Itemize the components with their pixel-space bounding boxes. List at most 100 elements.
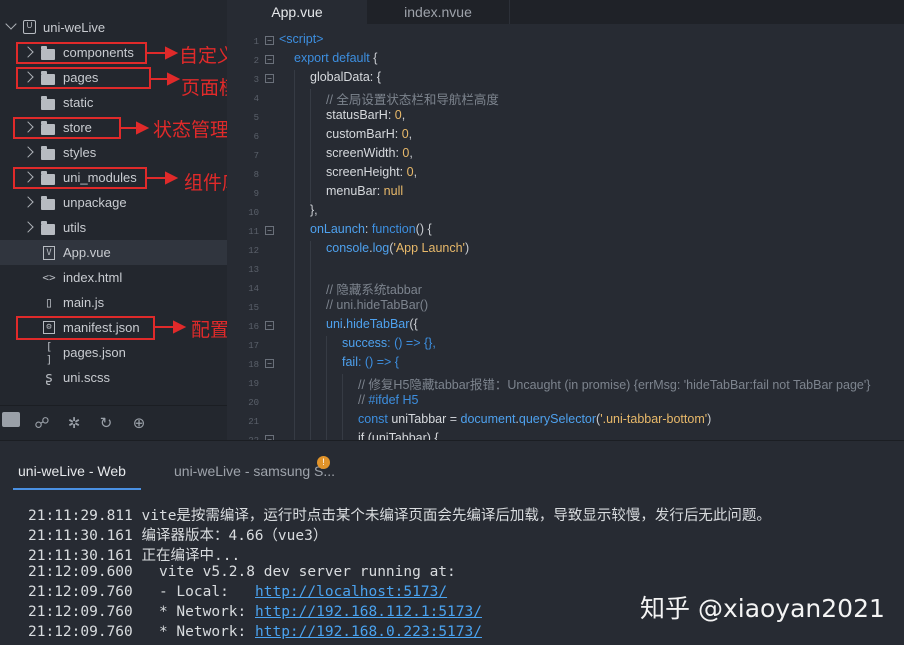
line-number: 1 bbox=[253, 37, 259, 47]
line-number: 17 bbox=[248, 341, 259, 351]
tree-item-utils[interactable]: utils bbox=[0, 215, 227, 240]
editor-tabs: App.vue index.nvue bbox=[227, 0, 904, 24]
code-line-8: screenHeight: 0, bbox=[326, 165, 418, 179]
indent-guide bbox=[342, 374, 343, 440]
folder-icon bbox=[41, 96, 55, 110]
line-number: 4 bbox=[253, 94, 259, 104]
html-file-icon: <> bbox=[42, 271, 56, 284]
highlight-box-uni-modules bbox=[13, 167, 147, 189]
line-number: 16 bbox=[248, 322, 259, 332]
tab-index-nvue[interactable]: index.nvue bbox=[367, 0, 510, 24]
code-line-6: customBarH: 0, bbox=[326, 127, 413, 141]
js-file-icon: ▯ bbox=[44, 294, 54, 311]
tree-item-app-vue[interactable]: V App.vue bbox=[0, 240, 227, 265]
fold-toggle-icon[interactable]: − bbox=[265, 321, 274, 330]
fold-toggle-icon[interactable]: − bbox=[265, 55, 274, 64]
tree-item-styles[interactable]: styles bbox=[0, 140, 227, 165]
indent-guide bbox=[294, 70, 295, 440]
root-label: uni-weLive bbox=[43, 20, 106, 35]
code-line-16: uni.hideTabBar({ bbox=[326, 317, 418, 331]
line-number: 2 bbox=[253, 56, 259, 66]
fold-toggle-icon[interactable]: − bbox=[265, 359, 274, 368]
line-number: 19 bbox=[248, 379, 259, 389]
log-line: 21:11:30.161 编译器版本：4.66（vue3） bbox=[28, 528, 328, 544]
indent-guide bbox=[310, 89, 311, 203]
vue-file-icon: V bbox=[43, 245, 55, 260]
console-tab-samsung[interactable]: uni-weLive - samsung S... bbox=[174, 463, 335, 479]
line-number: 7 bbox=[253, 151, 259, 161]
code-line-9: menuBar: null bbox=[326, 184, 404, 198]
scss-file-icon: ʂ bbox=[44, 369, 54, 386]
indent-guide bbox=[310, 241, 311, 440]
annotation-store: 状态管理 bbox=[153, 119, 230, 141]
code-editor[interactable]: App.vue index.nvue 1 2 3 4 5 6 7 8 9 10 … bbox=[227, 0, 904, 440]
code-line-3: globalData: { bbox=[310, 70, 381, 84]
fold-toggle-icon[interactable]: − bbox=[265, 226, 274, 235]
network-url-link[interactable]: http://192.168.112.1:5173/ bbox=[255, 604, 482, 620]
line-number: 8 bbox=[253, 170, 259, 180]
tree-root[interactable]: U uni-weLive bbox=[0, 15, 227, 40]
highlight-box-manifest bbox=[16, 316, 155, 340]
line-number: 11 bbox=[248, 227, 259, 237]
chevron-right-icon[interactable] bbox=[22, 146, 34, 158]
code-line-14: // 隐藏系统tabbar bbox=[326, 283, 422, 297]
code-line-5: statusBarH: 0, bbox=[326, 108, 406, 122]
tree-item-index-html[interactable]: <> index.html bbox=[0, 265, 227, 290]
log-line: 21:11:30.161 正在编译中... bbox=[28, 548, 241, 564]
file-tree-icon[interactable] bbox=[2, 412, 20, 427]
console-panel: uni-weLive - Web uni-weLive - samsung S.… bbox=[0, 440, 904, 645]
code-line-21: const uniTabbar = document.querySelector… bbox=[358, 412, 712, 426]
highlight-box-pages bbox=[16, 67, 151, 89]
folder-icon bbox=[41, 221, 55, 235]
sidebar-toolbar: ☍ ✲ ↻ ⊕ bbox=[0, 405, 227, 440]
tree-item-label: index.html bbox=[63, 270, 123, 285]
tree-item-label: uni.scss bbox=[63, 370, 110, 385]
tree-item-label: App.vue bbox=[63, 245, 111, 260]
code-line-12: console.log('App Launch') bbox=[326, 241, 470, 255]
fold-toggle-icon[interactable]: − bbox=[265, 36, 274, 45]
indent-guide bbox=[326, 336, 327, 440]
network-url-link[interactable]: http://192.168.0.223:5173/ bbox=[255, 624, 482, 640]
binoculars-icon[interactable]: ☍ bbox=[33, 414, 51, 432]
line-number: 10 bbox=[248, 208, 259, 218]
folder-icon bbox=[41, 146, 55, 160]
line-number: 15 bbox=[248, 303, 259, 313]
line-number: 3 bbox=[253, 75, 259, 85]
tree-item-label: utils bbox=[63, 220, 87, 235]
project-icon: U bbox=[23, 20, 36, 34]
tree-item-uni-scss[interactable]: ʂ uni.scss bbox=[0, 365, 227, 390]
refresh-icon[interactable]: ↻ bbox=[97, 414, 115, 432]
tab-app-vue[interactable]: App.vue bbox=[227, 0, 367, 24]
tree-item-main-js[interactable]: ▯ main.js bbox=[0, 290, 227, 315]
log-line: 21:12:09.600 vite v5.2.8 dev server runn… bbox=[28, 564, 456, 580]
tree-item-label: pages.json bbox=[63, 345, 126, 360]
chevron-right-icon[interactable] bbox=[22, 196, 34, 208]
local-url-link[interactable]: http://localhost:5173/ bbox=[255, 584, 447, 600]
tree-item-label: main.js bbox=[63, 295, 105, 310]
fold-toggle-icon[interactable]: − bbox=[265, 74, 274, 83]
code-line-10: }, bbox=[310, 203, 318, 217]
chevron-right-icon[interactable] bbox=[22, 221, 34, 233]
code-line-18: fail: () => { bbox=[342, 355, 399, 369]
log-line: 21:12:09.760 * Network: http://192.168.0… bbox=[28, 624, 482, 640]
code-line-15: // uni.hideTabBar() bbox=[326, 298, 429, 312]
chevron-down-icon[interactable] bbox=[5, 18, 17, 30]
code-line-11: onLaunch: function() { bbox=[310, 222, 432, 236]
log-line: 21:12:09.760 - Local: http://localhost:5… bbox=[28, 584, 448, 600]
tree-item-label: unpackage bbox=[63, 195, 127, 210]
line-number: 6 bbox=[253, 132, 259, 142]
log-line: 21:11:29.811 vite是按需编译，运行时点击某个未编译页面会先编译后… bbox=[28, 508, 771, 524]
line-number: 5 bbox=[253, 113, 259, 123]
console-tab-web[interactable]: uni-weLive - Web bbox=[18, 463, 126, 479]
code-line-19: // 修复H5隐藏tabbar报错：Uncaught (in promise) … bbox=[358, 378, 871, 392]
line-number: 13 bbox=[248, 265, 259, 275]
bug-icon[interactable]: ✲ bbox=[65, 414, 83, 432]
tree-item-label: static bbox=[63, 95, 94, 110]
json-file-icon: [ ] bbox=[45, 339, 53, 366]
code-line-4: // 全局设置状态栏和导航栏高度 bbox=[326, 93, 499, 107]
plugin-icon[interactable]: ⊕ bbox=[130, 414, 148, 432]
code-line-17: success: () => {}, bbox=[342, 336, 436, 350]
highlight-box-components bbox=[16, 42, 147, 64]
tree-item-pages-json[interactable]: [ ] pages.json bbox=[0, 339, 227, 366]
line-number: 12 bbox=[248, 246, 259, 256]
